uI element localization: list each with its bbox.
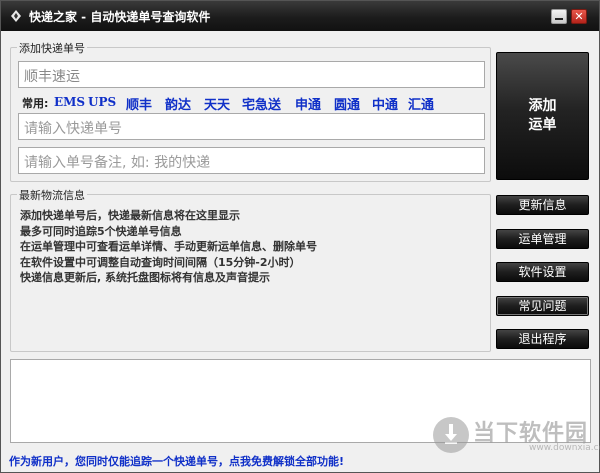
watermark-url: www.downxia.com (529, 443, 600, 453)
info-line: 快递信息更新后, 系统托盘图标将有信息及声音提示 (20, 271, 271, 285)
window-title: 快递之家 - 自动快递单号查询软件 (29, 10, 211, 24)
latest-logistics-legend: 最新物流信息 (17, 187, 87, 203)
courier-link-yuantong[interactable]: 圆通 (334, 94, 360, 113)
courier-link-yunda[interactable]: 韵达 (165, 94, 191, 113)
courier-company-field[interactable]: 顺丰速运 (18, 61, 485, 88)
info-line: 最多可同时追踪5个快递单号信息 (20, 224, 182, 238)
waybill-manage-button[interactable]: 运单管理 (496, 229, 589, 249)
app-logo-icon (11, 10, 21, 22)
site-watermark: 当下软件园 www.downxia.com (429, 413, 600, 457)
exit-program-button[interactable]: 退出程序 (496, 329, 589, 349)
add-waybill-button[interactable]: 添加 运单 (496, 52, 589, 180)
courier-link-shunfeng[interactable]: 顺丰 (126, 94, 152, 113)
courier-link-zhaijisong[interactable]: 宅急送 (242, 94, 281, 113)
close-button[interactable]: ✕ (571, 9, 587, 24)
courier-link-ups[interactable]: UPS (88, 95, 116, 109)
download-arrow-icon (445, 424, 457, 444)
logistics-info-list: 添加快递单号后，快递最新信息将在这里显示 最多可同时追踪5个快递单号信息 在运单… (20, 207, 480, 285)
info-line: 添加快递单号后，快递最新信息将在这里显示 (20, 209, 240, 222)
courier-link-shentong[interactable]: 申通 (295, 94, 321, 113)
add-tracking-legend: 添加快递单号 (17, 40, 87, 56)
update-info-button[interactable]: 更新信息 (496, 195, 589, 215)
unlock-features-link[interactable]: 作为新用户，您同时仅能追踪一个快递单号，点我免费解锁全部功能! (9, 453, 344, 469)
add-waybill-label-line1: 添加 (528, 98, 557, 114)
title-bar[interactable]: 快递之家 - 自动快递单号查询软件 ✕ (1, 1, 599, 31)
tracking-note-input[interactable]: 请输入单号备注, 如: 我的快递 (18, 147, 485, 174)
close-icon: ✕ (574, 10, 584, 23)
add-waybill-label-line2: 运单 (528, 117, 557, 133)
courier-link-huitong[interactable]: 汇通 (408, 94, 434, 113)
info-line: 在运单管理中可查看运单详情、手动更新运单信息、删除单号 (20, 240, 317, 254)
faq-button[interactable]: 常见问题 (496, 296, 589, 316)
minimize-button[interactable] (551, 9, 567, 24)
app-window: 快递之家 - 自动快递单号查询软件 ✕ 添加快递单号 顺丰速运 常用: EMS … (0, 0, 600, 473)
courier-link-ems[interactable]: EMS (54, 95, 85, 109)
courier-link-tiantian[interactable]: 天天 (204, 94, 230, 113)
common-couriers-label: 常用: (22, 97, 49, 110)
tracking-number-input[interactable]: 请输入快递单号 (18, 113, 485, 140)
software-settings-button[interactable]: 软件设置 (496, 262, 589, 282)
courier-link-zhongtong[interactable]: 中通 (372, 94, 398, 113)
info-line: 在软件设置中可调整自动查询时间间隔（15分钟-2小时） (20, 255, 301, 269)
